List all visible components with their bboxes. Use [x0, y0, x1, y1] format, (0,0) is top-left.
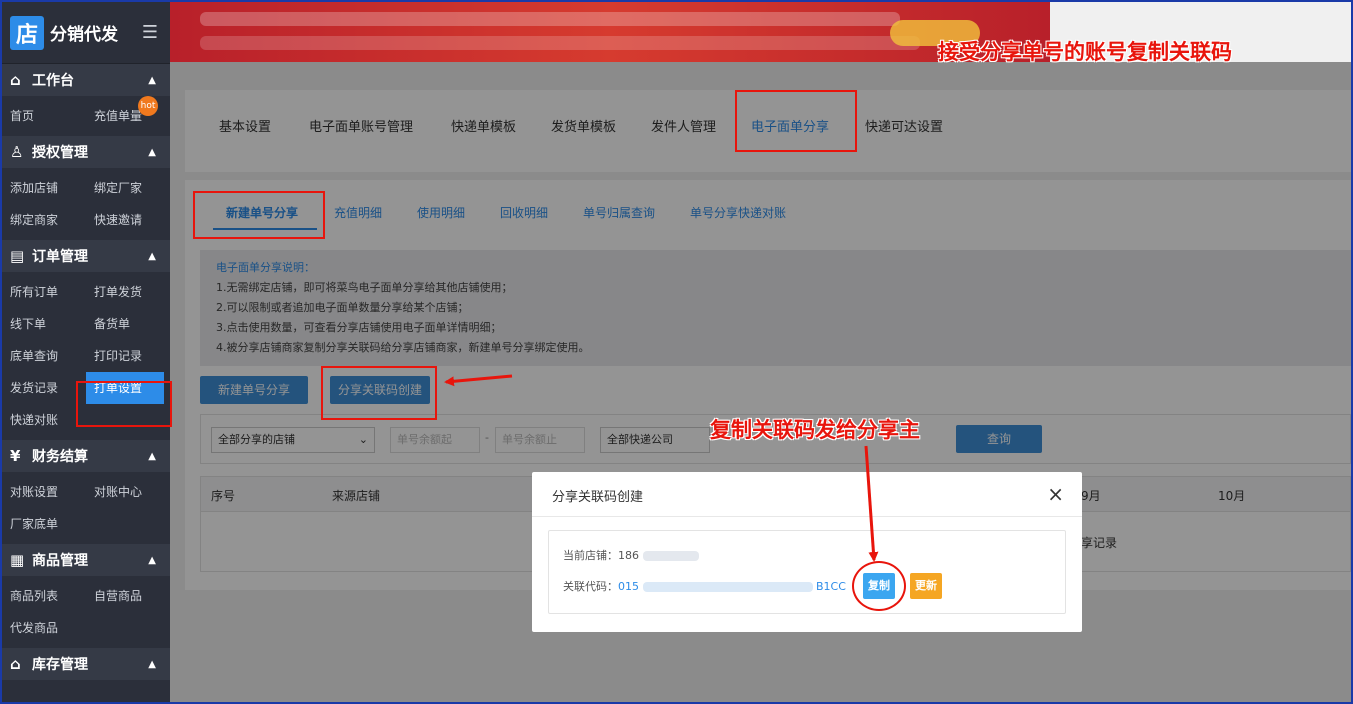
- home-icon: ⌂: [10, 71, 21, 89]
- highlight-create-code-button: [321, 366, 437, 420]
- user-key-icon: ♙: [10, 143, 24, 161]
- update-button[interactable]: 更新: [910, 573, 942, 599]
- grid-icon: ▦: [10, 551, 25, 569]
- caret-up-icon: ▲: [148, 658, 156, 670]
- sidebar-item-offline[interactable]: 线下单: [2, 308, 86, 340]
- warehouse-icon: ⌂: [10, 655, 21, 673]
- caret-up-icon: ▲: [148, 250, 156, 262]
- section-title: 商品管理: [32, 553, 88, 569]
- sidebar-item-reconcile-center[interactable]: 对账中心: [86, 476, 170, 508]
- sidebar-item-all-orders[interactable]: 所有订单: [2, 276, 86, 308]
- highlight-share-tab: [735, 90, 857, 152]
- sidebar: 店 分销代发 ☰ ⌂ 工作台 ▲ 首页 充值单量 hot ♙ 授权管理 ▲ 添加店…: [2, 2, 170, 702]
- section-title: 财务结算: [32, 449, 88, 465]
- current-shop-row: 当前店铺：186: [563, 547, 699, 563]
- annotation-top: 接受分享单号的账号复制关联码: [938, 40, 1232, 64]
- section-title: 工作台: [32, 73, 74, 89]
- code-prefix: 015: [618, 580, 639, 593]
- shop-label: 当前店铺：: [563, 549, 618, 562]
- highlight-print-settings: [76, 381, 172, 427]
- sidebar-item-factory-slip[interactable]: 厂家底单: [2, 508, 86, 540]
- modal-title: 分享关联码创建: [552, 490, 644, 505]
- shop-value-blurred: [642, 551, 699, 561]
- sidebar-item-add-shop[interactable]: 添加店铺: [2, 172, 86, 204]
- sidebar-item-product-list[interactable]: 商品列表: [2, 580, 86, 612]
- sidebar-item-own-products[interactable]: 自营商品: [86, 580, 170, 612]
- sidebar-item-quick-invite[interactable]: 快速邀请: [86, 204, 170, 236]
- section-items: 商品列表 自营商品 代发商品: [2, 576, 170, 648]
- section-items: 添加店铺 绑定厂家 绑定商家 快速邀请: [2, 168, 170, 240]
- logo-icon: 店: [10, 15, 44, 50]
- code-label: 关联代码：: [563, 580, 618, 593]
- section-title: 订单管理: [32, 249, 88, 265]
- logo-bar: 店 分销代发 ☰: [2, 2, 170, 64]
- sidebar-item-dropship-products[interactable]: 代发商品: [2, 612, 86, 644]
- code-suffix: B1CC: [816, 580, 846, 593]
- shop-value: 186: [618, 549, 639, 562]
- share-code-modal: 分享关联码创建 × 当前店铺：186 关联代码：015 B1CC 复制 更新: [532, 472, 1082, 632]
- banner-blurred-text: [200, 36, 920, 50]
- section-title: 授权管理: [32, 145, 88, 161]
- highlight-new-share-subtab: [193, 191, 325, 239]
- sidebar-item-stock-order[interactable]: 备货单: [86, 308, 170, 340]
- section-auth[interactable]: ♙ 授权管理 ▲: [2, 136, 170, 168]
- sidebar-item-print-ship[interactable]: 打单发货: [86, 276, 170, 308]
- order-list-icon: ▤: [10, 247, 25, 265]
- sidebar-item-reconcile-settings[interactable]: 对账设置: [2, 476, 86, 508]
- section-title: 库存管理: [32, 657, 88, 673]
- highlight-copy-circle: [852, 561, 906, 611]
- caret-up-icon: ▲: [148, 146, 156, 158]
- sidebar-item-print-log[interactable]: 打印记录: [86, 340, 170, 372]
- logo-text: 分销代发: [50, 25, 118, 45]
- promo-banner[interactable]: [170, 2, 1050, 62]
- sidebar-item-recharge[interactable]: 充值单量 hot: [86, 96, 170, 132]
- modal-divider: [532, 516, 1082, 517]
- sidebar-item-bind-factory[interactable]: 绑定厂家: [86, 172, 170, 204]
- section-items: 对账设置 对账中心 厂家底单: [2, 472, 170, 544]
- section-inventory[interactable]: ⌂ 库存管理 ▲: [2, 648, 170, 680]
- code-row: 关联代码：015 B1CC: [563, 578, 846, 594]
- sidebar-item-bind-merchant[interactable]: 绑定商家: [2, 204, 86, 236]
- annotation-middle: 复制关联码发给分享主: [710, 418, 920, 442]
- modal-content: 当前店铺：186 关联代码：015 B1CC 复制 更新: [548, 530, 1066, 614]
- hot-badge: hot: [138, 96, 158, 116]
- sidebar-item-slip-query[interactable]: 底单查询: [2, 340, 86, 372]
- section-products[interactable]: ▦ 商品管理 ▲: [2, 544, 170, 576]
- banner-blurred-text: [200, 12, 900, 26]
- section-workbench[interactable]: ⌂ 工作台 ▲: [2, 64, 170, 96]
- sidebar-item-ship-log[interactable]: 发货记录: [2, 372, 86, 404]
- caret-up-icon: ▲: [148, 554, 156, 566]
- section-items: 首页 充值单量 hot: [2, 96, 170, 136]
- caret-up-icon: ▲: [148, 74, 156, 86]
- close-icon[interactable]: ×: [1047, 482, 1064, 506]
- code-blurred: [642, 582, 813, 592]
- yen-icon: ¥: [10, 447, 21, 465]
- caret-up-icon: ▲: [148, 450, 156, 462]
- section-finance[interactable]: ¥ 财务结算 ▲: [2, 440, 170, 472]
- menu-toggle-icon[interactable]: ☰: [142, 22, 158, 43]
- sidebar-item-home[interactable]: 首页: [2, 100, 86, 132]
- sidebar-item-express-reconcile[interactable]: 快递对账: [2, 404, 86, 436]
- sidebar-item-label: 充值单量: [94, 109, 143, 123]
- section-orders[interactable]: ▤ 订单管理 ▲: [2, 240, 170, 272]
